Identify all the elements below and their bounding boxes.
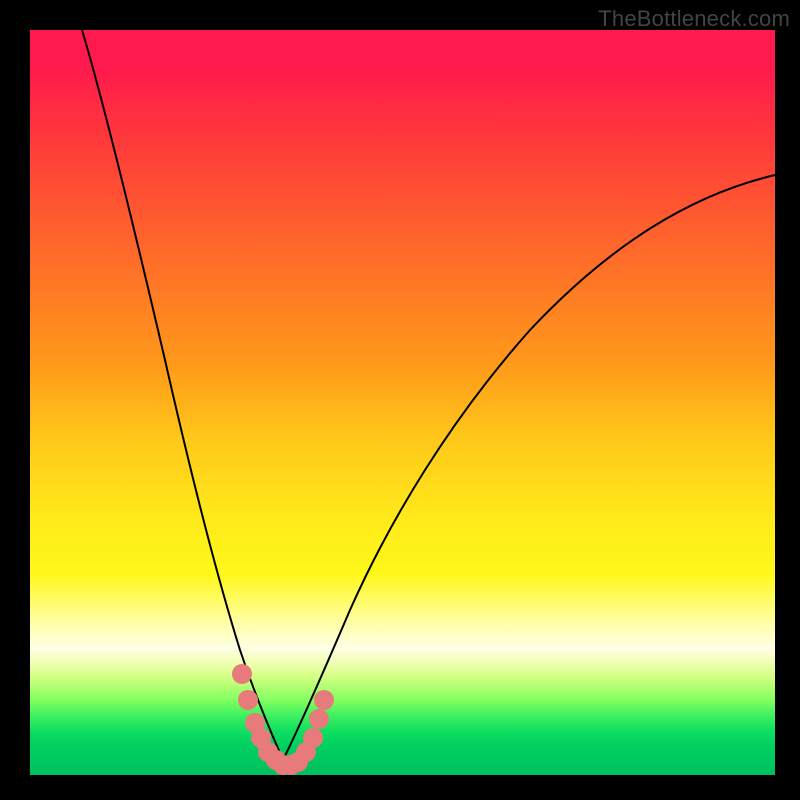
plot-area [30,30,775,775]
chart-frame: TheBottleneck.com [0,0,800,800]
watermark-text: TheBottleneck.com [598,6,790,32]
left-curve [82,30,283,760]
right-curve [283,175,775,760]
curve-layer [30,30,775,775]
